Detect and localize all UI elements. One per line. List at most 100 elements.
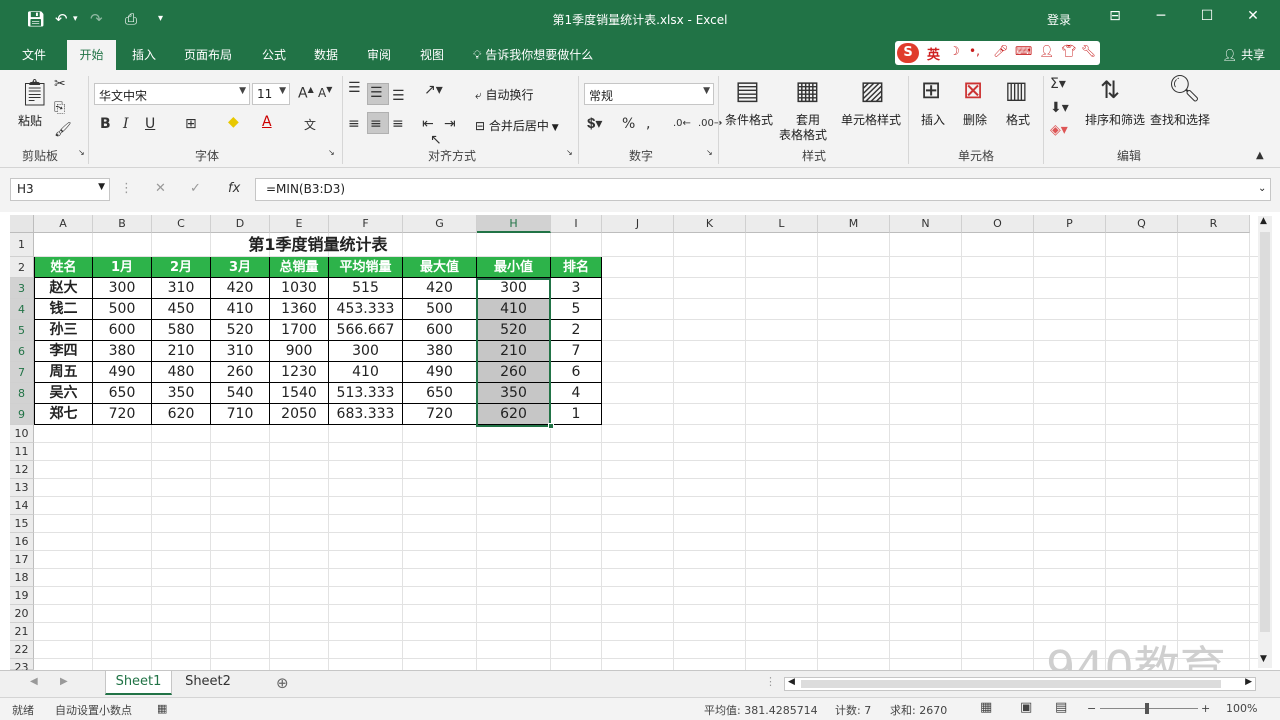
sort-filter-icon[interactable]: ⇅ (1100, 76, 1120, 104)
table-cell-min[interactable]: 350 (477, 383, 551, 404)
insert-function-icon[interactable]: fx (228, 181, 240, 196)
table-cell-max[interactable]: 600 (403, 320, 477, 341)
font-name-select[interactable]: 华文中宋 ▼ (94, 83, 250, 105)
tab-data[interactable]: 数据 (314, 46, 338, 63)
column-header-r[interactable]: R (1178, 215, 1250, 233)
cell-styles-icon[interactable]: ▨ (860, 76, 885, 106)
column-header-l[interactable]: L (746, 215, 818, 233)
table-cell-rank[interactable]: 6 (551, 362, 602, 383)
collapse-ribbon-icon[interactable]: ▲ (1256, 150, 1264, 161)
merge-center-button[interactable]: ⊟ 合并后居中 ▼ (475, 117, 559, 134)
align-top-icon[interactable]: ☰ (348, 80, 361, 96)
column-header-k[interactable]: K (674, 215, 746, 233)
horizontal-scrollbar[interactable]: ◀ ▶ (784, 677, 1256, 691)
expand-formula-icon[interactable]: ⌄ (1258, 183, 1266, 194)
table-cell-total[interactable]: 1360 (270, 299, 329, 320)
fill-icon[interactable]: ⬇︎▾ (1050, 100, 1069, 116)
row-header-3[interactable]: 3 (10, 278, 34, 299)
column-header-c[interactable]: C (152, 215, 211, 233)
row-header-13[interactable]: 13 (10, 479, 34, 497)
cut-icon[interactable]: ✂ (54, 76, 66, 92)
scroll-thumb[interactable] (801, 680, 1221, 688)
table-cell-total[interactable]: 1030 (270, 278, 329, 299)
table-cell-rank[interactable]: 2 (551, 320, 602, 341)
table-cell-rank[interactable]: 3 (551, 278, 602, 299)
header-cell-rank[interactable]: 排名 (551, 257, 602, 278)
table-cell-jan[interactable]: 380 (93, 341, 152, 362)
sheet-tab-sheet2[interactable]: Sheet2 (174, 671, 242, 695)
row-header-14[interactable]: 14 (10, 497, 34, 515)
table-cell-max[interactable]: 650 (403, 383, 477, 404)
table-cell-max[interactable]: 420 (403, 278, 477, 299)
table-cell-feb[interactable]: 350 (152, 383, 211, 404)
format-button[interactable]: 格式 (1006, 111, 1030, 128)
table-cell-avg[interactable]: 566.667 (329, 320, 403, 341)
table-format-icon[interactable]: ▦ (795, 76, 820, 106)
page-layout-view-icon[interactable]: ▣ (1020, 700, 1032, 715)
scroll-left-icon[interactable]: ◀ (788, 677, 795, 687)
page-break-view-icon[interactable]: ▤ (1055, 700, 1067, 715)
autosum-icon[interactable]: Σ▾ (1050, 76, 1066, 92)
decrease-indent-icon[interactable]: ⇤ (422, 116, 434, 132)
align-middle-icon[interactable]: ☰ (370, 85, 383, 101)
column-header-j[interactable]: J (602, 215, 674, 233)
row-header-17[interactable]: 17 (10, 551, 34, 569)
table-cell-mar[interactable]: 520 (211, 320, 270, 341)
table-cell-name[interactable]: 周五 (34, 362, 93, 383)
keyboard-icon[interactable]: ⌨︎ (1015, 44, 1032, 58)
cancel-icon[interactable]: ✕ (155, 181, 166, 196)
row-header-12[interactable]: 12 (10, 461, 34, 479)
ime-mode[interactable]: 英 (927, 44, 940, 63)
close-icon[interactable]: ✕ (1238, 8, 1268, 24)
table-cell-min[interactable]: 620 (477, 404, 551, 425)
enter-icon[interactable]: ✓ (190, 181, 201, 196)
microphone-icon[interactable]: 🎤︎ (993, 44, 1008, 58)
formula-input[interactable]: =MIN(B3:D3) (255, 178, 1271, 201)
name-box[interactable]: H3 ▼ (10, 178, 110, 201)
column-header-g[interactable]: G (403, 215, 477, 233)
align-center-icon[interactable]: ≡ (370, 116, 382, 132)
row-header-9[interactable]: 9 (10, 404, 34, 425)
table-cell-min[interactable]: 300 (477, 278, 551, 299)
scroll-right-icon[interactable]: ▶ (1245, 677, 1252, 687)
table-cell-feb[interactable]: 580 (152, 320, 211, 341)
dialog-launcher-icon[interactable]: ↘ (706, 148, 713, 157)
table-cell-mar[interactable]: 420 (211, 278, 270, 299)
number-format-select[interactable]: 常规 ▼ (584, 83, 714, 105)
table-cell-name[interactable]: 郑七 (34, 404, 93, 425)
dialog-launcher-icon[interactable]: ↘ (566, 148, 573, 157)
bold-icon[interactable]: B (100, 116, 111, 132)
table-cell-total[interactable]: 2050 (270, 404, 329, 425)
tab-review[interactable]: 审阅 (367, 46, 391, 63)
zoom-out-icon[interactable]: − (1087, 702, 1096, 715)
percent-icon[interactable]: % (622, 116, 635, 132)
table-cell-feb[interactable]: 210 (152, 341, 211, 362)
table-cell-name[interactable]: 李四 (34, 341, 93, 362)
ime-toolbar[interactable]: S 英 ☽ •, 🎤︎ ⌨︎ 👤︎ 👕︎ 🔧︎ (895, 41, 1100, 65)
align-left-icon[interactable]: ≡ (348, 116, 360, 132)
dialog-launcher-icon[interactable]: ↘ (328, 148, 335, 157)
row-header-2[interactable]: 2 (10, 257, 34, 278)
accounting-format-icon[interactable]: 💲︎▾ (587, 116, 602, 132)
copy-icon[interactable]: ⎘ (54, 100, 65, 116)
table-cell-avg[interactable]: 683.333 (329, 404, 403, 425)
column-header-h[interactable]: H (477, 215, 551, 233)
spreadsheet-grid[interactable]: ABCDEFGHIJKLMNOPQR 1 2 3 4 5 6 7 8 9 10 11 12 13 14 15… (0, 212, 1280, 677)
paste-icon[interactable]: 📋︎ (18, 78, 51, 108)
scroll-thumb[interactable] (1260, 232, 1270, 632)
header-cell-min[interactable]: 最小值 (477, 257, 551, 278)
moon-icon[interactable]: ☽ (949, 44, 960, 58)
login-link[interactable]: 登录 (1047, 11, 1071, 28)
italic-icon[interactable]: I (123, 116, 129, 132)
share-button[interactable]: 👤︎ 共享 (1222, 46, 1265, 63)
wrench-icon[interactable]: 🔧︎ (1081, 44, 1096, 58)
table-cell-feb[interactable]: 620 (152, 404, 211, 425)
row-header-21[interactable]: 21 (10, 623, 34, 641)
tab-formulas[interactable]: 公式 (262, 46, 286, 63)
row-header-6[interactable]: 6 (10, 341, 34, 362)
table-cell-avg[interactable]: 300 (329, 341, 403, 362)
delete-button[interactable]: 删除 (963, 111, 987, 128)
table-cell-avg[interactable]: 410 (329, 362, 403, 383)
border-icon[interactable]: ⊞ (185, 116, 197, 132)
tab-page-layout[interactable]: 页面布局 (184, 46, 232, 63)
